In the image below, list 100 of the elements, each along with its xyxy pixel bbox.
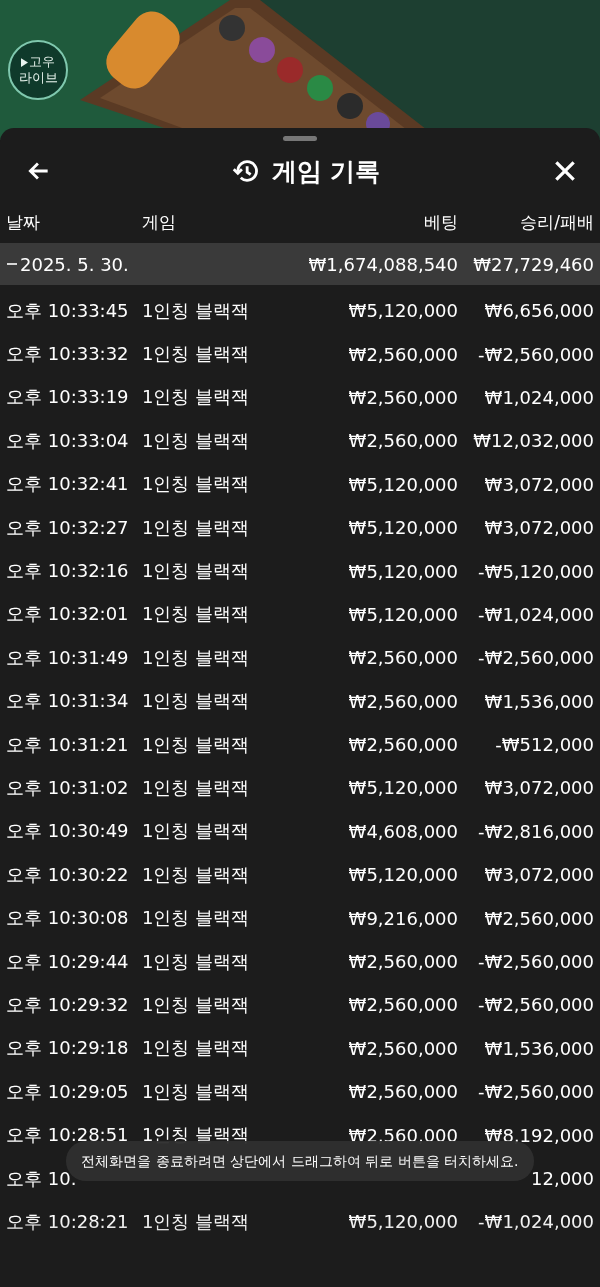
table-cell-text: -₩2,816,000	[477, 820, 594, 842]
table-cell-text: 오후 10:30:22	[6, 862, 130, 887]
table-cell: 1인칭 블랙잭	[142, 1124, 250, 1146]
table-cell: 1인칭 블랙잭	[142, 1210, 250, 1232]
table-cell: ₩9,216,000	[348, 907, 458, 929]
table-cell: ₩2,560,000	[348, 343, 458, 365]
table-cell: 1인칭 블랙잭	[142, 950, 250, 972]
table-cell: ₩2,560,000	[348, 734, 458, 756]
table-cell-text: ₩3,072,000	[483, 473, 594, 495]
column-header: 승리/패배	[519, 210, 594, 234]
table-cell-text: 오후 10:33:45	[6, 298, 130, 323]
table-cell-text: 오후 10:32:41	[6, 472, 130, 497]
history-icon	[231, 157, 260, 185]
table-cell-text: ₩12,032,000	[472, 430, 594, 452]
table-cell: ₩2,560,000	[348, 951, 458, 973]
table-cell-text: -₩1,024,000	[477, 603, 594, 625]
table-cell-text: 오후 10:29:44	[6, 949, 130, 974]
table-cell-text: -₩2,560,000	[477, 994, 594, 1016]
table-cell-text: ₩27,729,460	[472, 253, 594, 275]
table-cell-text: 오후 10:31:34	[6, 689, 130, 714]
table-cell: ₩2,560,000	[348, 647, 458, 669]
table-cell: 1인칭 블랙잭	[142, 733, 250, 755]
table-cell: 1인칭 블랙잭	[142, 299, 250, 321]
table-cell-text: ₩1,024,000	[483, 386, 594, 408]
table-cell-text: ₩1,674,088,540	[307, 253, 458, 275]
table-cell-text: 오후 10:29:32	[6, 992, 130, 1017]
close-icon	[552, 158, 578, 184]
table-cell-text: 오후 10:29:05	[6, 1079, 130, 1104]
table-cell: 1인칭 블랙잭	[142, 907, 250, 929]
table-cell-text: -₩2,560,000	[477, 951, 594, 973]
column-header: 날짜	[6, 210, 41, 234]
table-cell: ₩2,560,000	[348, 430, 458, 452]
table-cell: ₩5,120,000	[348, 517, 458, 539]
table-cell-text: 오후 10:29:18	[6, 1036, 130, 1061]
table-cell-text: 오후 10:30:49	[6, 819, 130, 844]
table-cell: 1인칭 블랙잭	[142, 993, 250, 1015]
table-cell: ₩2,560,000	[348, 1124, 458, 1146]
table-cell: ₩2,560,000	[348, 386, 458, 408]
drag-handle[interactable]	[283, 136, 317, 141]
table-cell-text: -₩512,000	[494, 734, 594, 756]
logo-text: 라이브	[18, 70, 58, 86]
table-cell: 1인칭 블랙잭	[142, 603, 250, 625]
table-cell-text: ₩1,536,000	[483, 1037, 594, 1059]
table-cell-text: 오후 10:31:21	[6, 732, 130, 757]
table-cell: 2025. 5. 30.	[6, 253, 262, 275]
table-cell: 1인칭 블랙잭	[142, 690, 250, 712]
table-cell-text: -₩5,120,000	[477, 560, 594, 582]
table-cell-text: 오후 10:33:04	[6, 428, 130, 453]
table-cell-text: 오후 10:33:32	[6, 342, 130, 367]
table-cell-text: 오후 10:30:08	[6, 906, 130, 931]
table-cell: 1인칭 블랙잭	[142, 473, 250, 495]
table-cell-text: ₩3,072,000	[483, 777, 594, 799]
table-cell-text: 오후 10:33:19	[6, 385, 130, 410]
play-icon	[21, 57, 28, 67]
table-cell: ₩2,560,000	[348, 1081, 458, 1103]
table-cell: 1인칭 블랙잭	[142, 863, 250, 885]
table-cell-text: -₩2,560,000	[477, 1081, 594, 1103]
table-cell: ₩5,120,000	[348, 473, 458, 495]
table-cell: ₩5,120,000	[348, 300, 458, 322]
table-cell: 1인칭 블랙잭	[142, 1037, 250, 1059]
table-cell: ₩5,120,000	[348, 560, 458, 582]
table-cell: ₩2,560,000	[348, 1037, 458, 1059]
close-button[interactable]	[552, 158, 578, 184]
table-cell: ₩4,608,000	[348, 820, 458, 842]
table-cell-text: ₩1,536,000	[483, 690, 594, 712]
table-cell-text: 오후 10:28:21	[6, 1209, 130, 1234]
table-cell-text: 12,000	[530, 1168, 594, 1189]
logo-text: 고우	[29, 54, 55, 70]
table-cell-text: 오후 10:32:01	[6, 602, 130, 627]
table-cell-text: -₩2,560,000	[477, 343, 594, 365]
table-cell: 1인칭 블랙잭	[142, 820, 250, 842]
table-cell: 1인칭 블랙잭	[142, 429, 250, 451]
table-cell-text: 오후 10.	[6, 1166, 78, 1191]
table-cell-text: ₩3,072,000	[483, 864, 594, 886]
table-cell-text: -₩1,024,000	[477, 1211, 594, 1233]
table-cell-text: -₩2,560,000	[477, 647, 594, 669]
table-cell: ₩2,560,000	[348, 690, 458, 712]
table-cell: 1인칭 블랙잭	[142, 516, 250, 538]
table-cell: 1인칭 블랙잭	[142, 646, 250, 668]
table-cell-text: ₩6,656,000	[483, 300, 594, 322]
table-cell-text: 오후 10:28:51	[6, 1123, 130, 1148]
table-cell-text: ₩2,560,000	[483, 907, 594, 929]
table-cell: ₩5,120,000	[348, 1211, 458, 1233]
table-cell-text: 오후 10:31:02	[6, 776, 130, 800]
table-cell-text: 오후 10:31:49	[6, 645, 130, 670]
table-cell-text: 오후 10:32:27	[6, 515, 130, 540]
window-title: 게임 기록	[271, 155, 381, 188]
table-cell: 1인칭 블랙잭	[142, 1080, 250, 1102]
table-cell: ₩5,120,000	[348, 603, 458, 625]
table-cell-text: ₩3,072,000	[483, 517, 594, 539]
table-cell: ₩2,560,000	[348, 994, 458, 1016]
table-cell: ₩5,120,000	[348, 864, 458, 886]
table-cell-text: 오후 10:32:16	[6, 559, 130, 584]
table-cell: 1인칭 블랙잭	[142, 777, 250, 798]
table-cell: 1인칭 블랙잭	[142, 560, 250, 582]
date-group-row[interactable]: 2025. 5. 30. ₩1,674,088,540 ₩27,729,460	[0, 243, 600, 285]
table-cell: 1인칭 블랙잭	[142, 386, 250, 408]
column-header: 베팅	[423, 210, 458, 234]
table-cell: 1인칭 블랙잭	[142, 343, 250, 365]
column-header: 게임	[142, 210, 177, 234]
